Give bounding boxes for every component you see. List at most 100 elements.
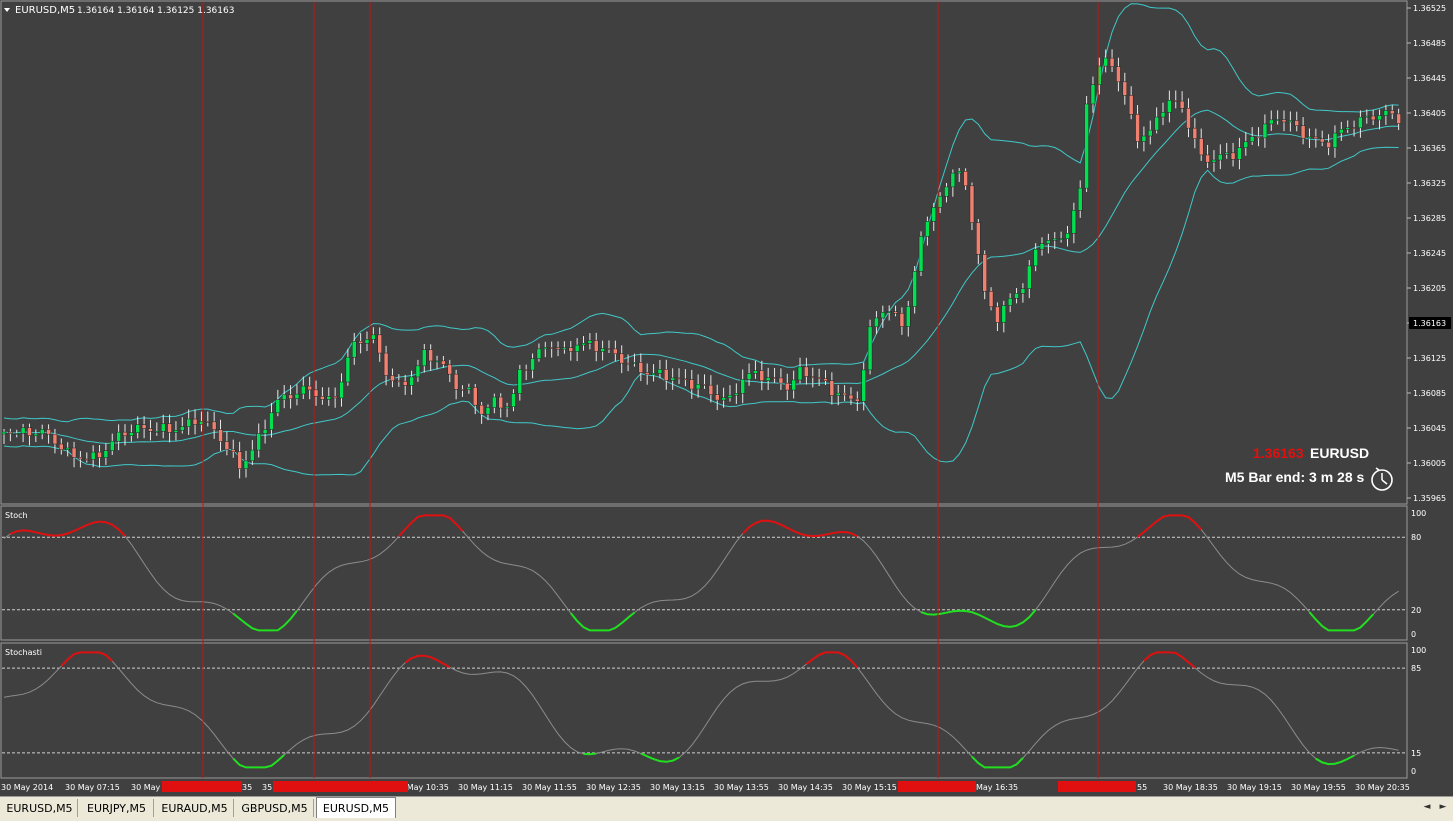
tab-scroll-right-icon[interactable]: ► (1436, 799, 1450, 815)
candle-bear (1128, 95, 1134, 115)
candle-bull (301, 385, 306, 395)
candle-bear (702, 384, 707, 386)
candle-bull (1377, 115, 1382, 121)
candle-bear (332, 396, 338, 399)
price-axis-label: 1.36405 (1413, 109, 1446, 118)
stoch2-level-label: 85 (1411, 664, 1421, 673)
stoch1-level-label: 100 (1411, 509, 1426, 518)
candle-bull (1332, 132, 1338, 148)
candle-bear (664, 369, 669, 381)
candle-bear (71, 447, 77, 458)
time-marker (898, 781, 976, 792)
tab-gbpusd[interactable]: GBPUSD,M5 (236, 799, 314, 817)
candle-bull (517, 369, 523, 394)
candle-bear (1179, 100, 1185, 109)
candle-bear (644, 372, 650, 376)
candle-bear (1173, 100, 1178, 102)
price-axis-label: 1.36325 (1413, 179, 1446, 188)
candle-bear (772, 377, 777, 379)
candle-bear (785, 382, 790, 391)
candle-bull (1065, 233, 1070, 239)
stoch1-name: Stoch (5, 511, 28, 520)
candle-bear (472, 387, 478, 406)
candle-bull (1307, 136, 1312, 139)
time-axis-label: May 16:35 (976, 783, 1018, 792)
candle-bear (893, 311, 898, 314)
candle-bull (670, 377, 675, 381)
candle-bear (568, 347, 574, 352)
candle-bear (84, 458, 90, 461)
candle-bull (918, 236, 924, 272)
candle-bull (1160, 112, 1166, 118)
candle-bull (574, 344, 580, 352)
candle-bull (256, 433, 261, 451)
candle-bear (167, 423, 172, 433)
candle-bull (129, 432, 134, 436)
candle-bull (1077, 187, 1083, 211)
candle-bull (1148, 129, 1153, 137)
time-axis-label: 30 May 2014 (1, 783, 53, 792)
candle-bull (1001, 305, 1007, 323)
price-axis-label: 1.35965 (1413, 494, 1446, 503)
chart-area[interactable]: 100 80 20 0 Stoch 100 85 15 0 Stochasti 1.36525 1… (0, 0, 1453, 796)
candle-bear (59, 443, 64, 450)
candle-bear (205, 421, 211, 423)
time-marker (162, 781, 242, 792)
candle-bull (727, 394, 733, 399)
candle-bull (956, 171, 962, 174)
candle-bull (1007, 298, 1013, 306)
candle-bull (103, 450, 109, 458)
candle-bear (1319, 138, 1325, 143)
tab-eurusd-1[interactable]: EURUSD,M5 (2, 799, 78, 817)
candle-bull (1262, 123, 1268, 139)
candle-bear (1294, 120, 1299, 126)
candle-bull (950, 172, 956, 188)
time-axis-label: 30 May 13:55 (714, 783, 769, 792)
candle-bear (479, 404, 484, 415)
candle-bear (625, 362, 631, 365)
candle-bear (778, 377, 784, 384)
price-axis-label: 1.36005 (1413, 459, 1446, 468)
candle-bear (447, 364, 453, 375)
candle-bear (848, 394, 854, 400)
time-axis-label: 30 May 07:15 (65, 783, 120, 792)
time-axis-label: 30 May 14:35 (778, 783, 833, 792)
time-axis-label: 30 May 11:15 (458, 783, 513, 792)
candle-bull (339, 381, 344, 399)
tab-eurjpy[interactable]: EURJPY,M5 (80, 799, 154, 817)
time-axis-label: 30 May (131, 783, 161, 792)
candle-bear (211, 421, 217, 430)
candle-bull (422, 349, 427, 367)
candle-bull (180, 426, 185, 431)
candle-bear (899, 312, 905, 327)
candle-bear (1370, 115, 1376, 121)
tab-euraud[interactable]: EURAUD,M5 (156, 799, 234, 817)
tab-eurusd-active[interactable]: EURUSD,M5 (316, 797, 396, 818)
stoch2-level-label: 0 (1411, 767, 1416, 776)
price-axis-label: 1.36525 (1413, 4, 1446, 13)
candle-bear (638, 362, 644, 373)
candle-bear (613, 348, 618, 355)
candle-bull (173, 430, 179, 433)
candle-bear (1390, 110, 1395, 115)
candle-bull (543, 347, 548, 350)
candle-bear (1230, 152, 1236, 160)
candle-bull (1167, 100, 1172, 113)
candle-bull (275, 399, 281, 414)
candle-bull (326, 396, 332, 400)
stoch2-level-label: 15 (1411, 749, 1421, 758)
candle-bull (1103, 57, 1108, 67)
stoch2-name: Stochasti (5, 648, 42, 657)
candle-bear (8, 431, 13, 434)
candle-bear (689, 379, 695, 390)
candle-bear (829, 380, 835, 396)
candle-bear (1256, 136, 1261, 139)
candle-bull (1275, 119, 1280, 121)
candle-bear (1300, 125, 1306, 139)
candle-bear (1135, 114, 1140, 142)
candle-bull (1090, 84, 1096, 105)
candle-bear (122, 431, 128, 436)
candle-bear (804, 366, 809, 377)
tab-scroll-left-icon[interactable]: ◄ (1420, 799, 1434, 815)
candle-bull (797, 366, 803, 381)
